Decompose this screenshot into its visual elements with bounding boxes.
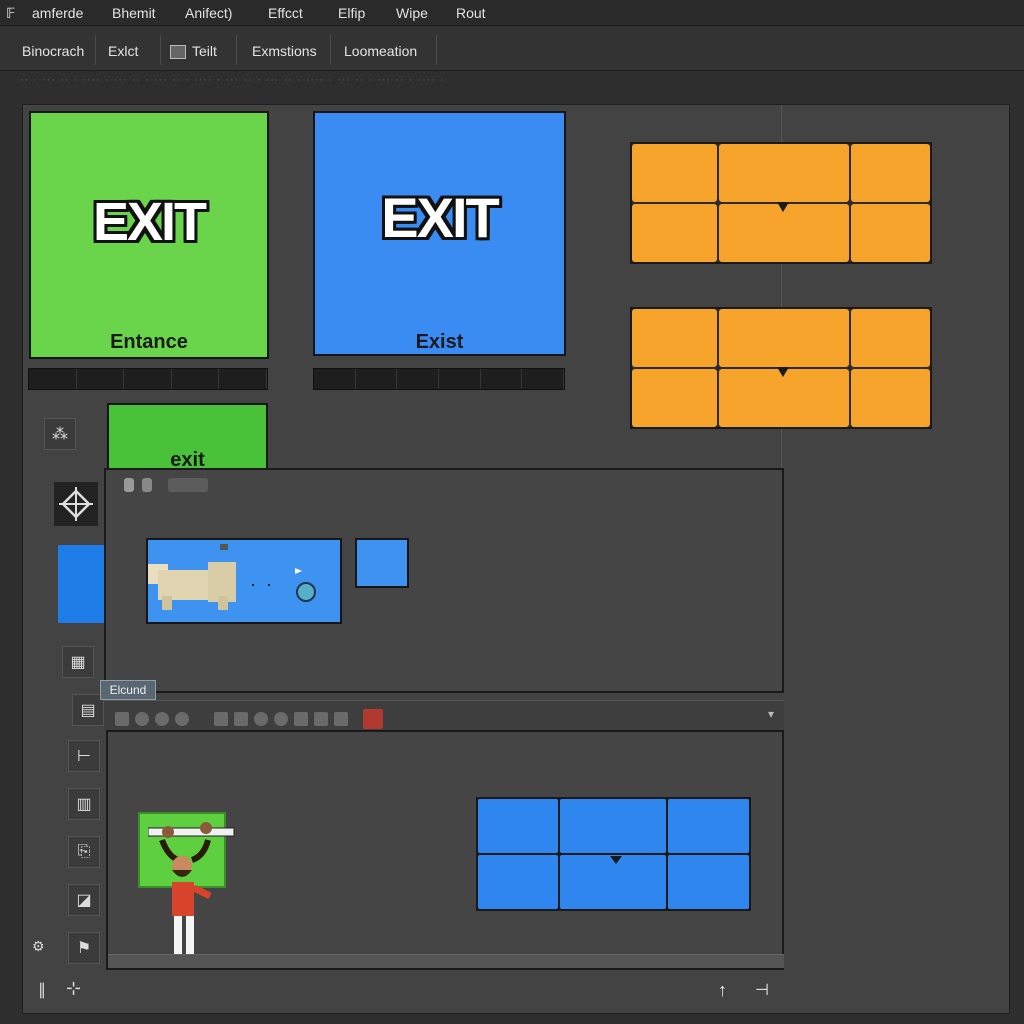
tool-sync-icon[interactable] (273, 712, 288, 726)
menu-item-elfip[interactable]: Elfip (338, 5, 365, 21)
pattern-tool-icon[interactable]: ⁂ (44, 418, 76, 450)
tool-lock-icon[interactable] (313, 712, 328, 726)
tool-record-icon[interactable] (135, 712, 149, 726)
chart-icon[interactable]: ⊢ (68, 740, 100, 772)
grid-marker-icon (777, 202, 789, 212)
tool-marker-icon[interactable] (233, 712, 248, 726)
ruler-strip: ·· · ··· ·· · ···· · ··· ·· · ··· ·· · ·… (20, 74, 445, 86)
tool-split-icon[interactable] (293, 712, 308, 726)
tool-play-icon[interactable] (155, 712, 169, 726)
copy-icon[interactable]: ⎘ (68, 836, 100, 868)
grid-marker-icon (777, 367, 789, 377)
small-green-exit-tile[interactable]: exit (107, 403, 268, 473)
flag-icon[interactable]: ⚑ (68, 932, 100, 964)
settings-icon[interactable]: ⚙ (32, 938, 45, 955)
panel-dot-icon[interactable] (124, 478, 134, 492)
character-figure-icon (148, 822, 235, 963)
layer-label-chip[interactable]: Elcund (100, 680, 156, 700)
tool-grid-icon[interactable] (333, 712, 348, 726)
tool-trim-icon[interactable] (213, 712, 228, 726)
preview-panel[interactable] (104, 468, 784, 693)
tab-divider (330, 35, 331, 65)
image-icon (170, 45, 186, 60)
cursor-icon[interactable]: ⊹ (66, 978, 81, 999)
export-icon[interactable]: ◪ (68, 884, 100, 916)
green-exit-tile[interactable]: EXIT Entance (29, 111, 269, 359)
tab-teilt-label: Teilt (192, 43, 217, 59)
menu-item-amferde[interactable]: amferde (32, 5, 83, 21)
blue-exit-tile[interactable]: EXIT Exist (313, 111, 566, 356)
menu-item-wipe[interactable]: Wipe (396, 5, 428, 21)
blue-scene-tile[interactable] (146, 538, 342, 624)
grid-tool-icon[interactable]: ▦ (62, 646, 94, 678)
menu-item-effcct[interactable]: Effcct (268, 5, 303, 21)
tool-cut-icon[interactable] (115, 712, 129, 726)
horizontal-scrollbar[interactable] (108, 954, 784, 968)
blue-grid[interactable] (476, 797, 751, 911)
tool-record-red-icon[interactable] (363, 709, 384, 729)
tab-binocrach[interactable]: Binocrach (18, 37, 88, 65)
panel-thumb-icon[interactable] (168, 478, 208, 492)
panel-toolbar: ▾ (104, 700, 784, 730)
panel-arrow-icon[interactable] (142, 478, 152, 492)
pin-icon[interactable]: ∥ (38, 980, 46, 1000)
bracket-icon[interactable]: ⊣ (755, 980, 769, 1000)
green-tile-caption: Entance (110, 331, 188, 353)
timeline-strip (28, 368, 268, 390)
tab-divider (236, 35, 237, 65)
document-icon[interactable]: ▥ (68, 788, 100, 820)
menu-item-bhemit[interactable]: Bhemit (112, 5, 156, 21)
menu-bar: 𝔽 amferde Bhemit Anifect) Effcct Elfip W… (0, 0, 1024, 26)
tab-loomeation[interactable]: Loomeation (340, 37, 421, 65)
app-icon[interactable]: 𝔽 (6, 5, 15, 22)
toolbar: Binocrach Exlct Teilt Exmstions Loomeati… (0, 27, 1024, 71)
chevron-down-icon[interactable]: ▾ (768, 707, 774, 721)
tab-exmstions[interactable]: Exmstions (248, 37, 321, 65)
tab-exlct[interactable]: Exlct (104, 37, 142, 65)
grid-marker-icon (610, 856, 622, 864)
blue-tile-title: EXIT (381, 186, 499, 249)
arrow-up-icon[interactable]: ↑ (718, 980, 727, 1001)
color-swatch-icon[interactable] (58, 545, 104, 623)
timeline-strip (313, 368, 565, 390)
scene-panel[interactable] (106, 730, 784, 970)
menu-item-anifect[interactable]: Anifect) (185, 5, 232, 21)
tab-divider (95, 35, 96, 65)
blue-small-tile[interactable] (355, 538, 409, 588)
blue-tile-caption: Exist (415, 331, 464, 353)
green-tile-title: EXIT (92, 192, 207, 252)
tab-teilt[interactable]: Teilt (170, 37, 221, 65)
tab-divider (160, 35, 161, 65)
diamond-select-icon[interactable] (54, 482, 98, 526)
tab-divider (436, 35, 437, 65)
tool-zoom-icon[interactable] (253, 712, 268, 726)
dog-sprite-icon (148, 544, 316, 610)
tool-loop-icon[interactable] (175, 712, 189, 726)
menu-item-rout[interactable]: Rout (456, 5, 486, 21)
